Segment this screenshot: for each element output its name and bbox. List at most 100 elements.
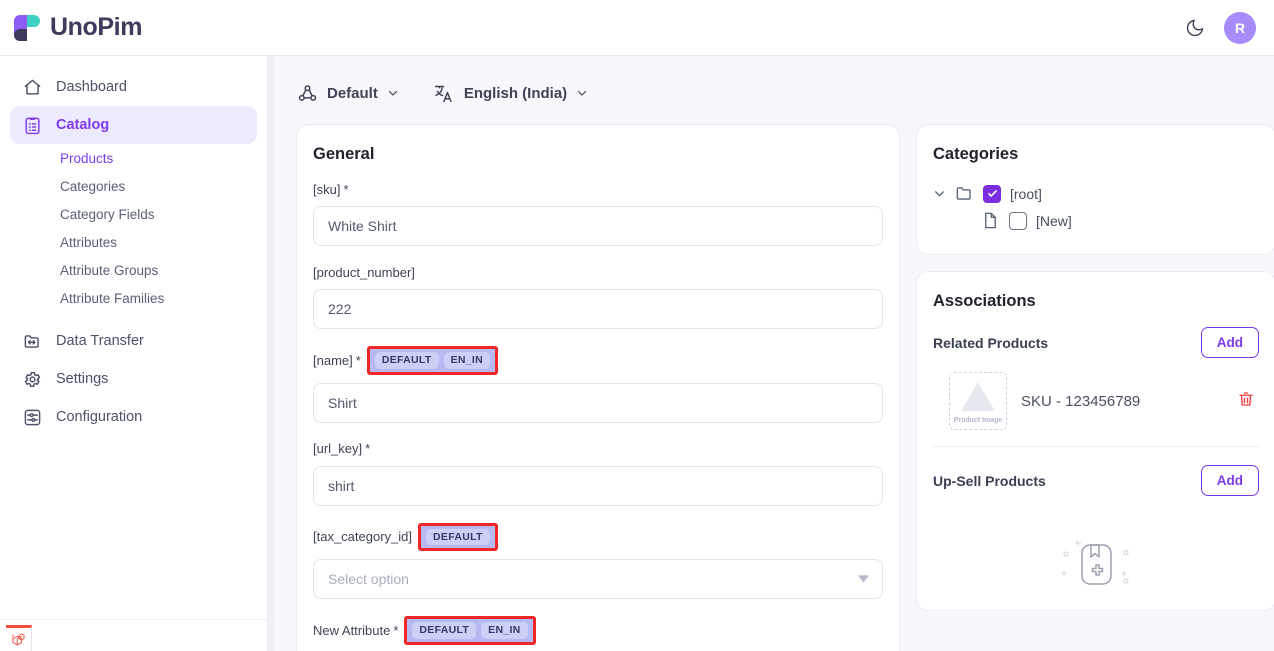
required-mark: *: [365, 441, 370, 456]
add-upsell-product-button[interactable]: Add: [1201, 465, 1259, 496]
field-label-text: [tax_category_id]: [313, 529, 412, 544]
name-input[interactable]: Shirt: [313, 383, 883, 423]
main-content: Default English (India): [268, 56, 1274, 651]
laravel-icon[interactable]: [6, 625, 32, 651]
sidebar-item-data-transfer[interactable]: Data Transfer: [10, 322, 257, 360]
content-columns: General [sku] * White Shirt: [296, 124, 1258, 651]
url-key-input[interactable]: shirt: [313, 466, 883, 506]
main-scrollbar[interactable]: [268, 56, 274, 651]
sidebar-item-configuration[interactable]: Configuration: [10, 398, 257, 436]
sidebar-item-label: Catalog: [56, 117, 109, 133]
tax-category-select[interactable]: Select option: [313, 559, 883, 599]
tree-node-label: [root]: [1010, 186, 1042, 202]
product-thumbnail-placeholder: Product Image: [949, 372, 1007, 430]
required-mark: *: [356, 353, 361, 368]
brand-name: UnoPim: [50, 15, 142, 40]
sidebar-item-dashboard[interactable]: Dashboard: [10, 68, 257, 106]
brand-logo[interactable]: UnoPim: [12, 13, 142, 43]
associations-title: Associations: [933, 292, 1259, 311]
folder-icon: [955, 184, 974, 203]
field-label-text: [name]: [313, 353, 353, 368]
chevron-down-icon: [576, 87, 588, 99]
field-sku: [sku] * White Shirt: [313, 180, 883, 246]
sidebar-subitem-attribute-groups[interactable]: Attribute Groups: [10, 256, 257, 284]
add-related-product-button[interactable]: Add: [1201, 327, 1259, 358]
field-label: [tax_category_id] DEFAULT: [313, 523, 883, 552]
scope-badges-highlight: DEFAULT: [418, 523, 498, 552]
field-label: New Attribute * DEFAULT EN_IN: [313, 616, 883, 645]
right-column: Categories [root]: [916, 124, 1274, 611]
locale-label: English (India): [464, 85, 567, 102]
upsell-products-header: Up-Sell Products Add: [933, 465, 1259, 496]
placeholder-shape-icon: [961, 382, 995, 411]
gear-icon: [22, 369, 42, 389]
field-label: [url_key] *: [313, 440, 883, 458]
header-actions: R: [1180, 12, 1256, 44]
badge-locale: EN_IN: [481, 622, 527, 639]
sidebar-subitem-label: Products: [60, 151, 113, 166]
general-column: General [sku] * White Shirt: [296, 124, 900, 651]
field-label-text: [product_number]: [313, 265, 415, 280]
unopim-logo-icon: [12, 13, 42, 43]
sidebar-item-label: Dashboard: [56, 79, 127, 95]
sidebar-item-catalog[interactable]: Catalog: [10, 106, 257, 144]
field-product-number: [product_number] 222: [313, 263, 883, 329]
page-title: General: [313, 145, 883, 164]
sidebar-item-settings[interactable]: Settings: [10, 360, 257, 398]
sidebar-subitem-label: Category Fields: [60, 207, 155, 222]
sku-input[interactable]: White Shirt: [313, 206, 883, 246]
scope-badges-highlight: DEFAULT EN_IN: [404, 616, 535, 645]
sidebar-item-label: Data Transfer: [56, 333, 144, 349]
sidebar-subitem-categories[interactable]: Categories: [10, 172, 257, 200]
scope-badges-highlight: DEFAULT EN_IN: [367, 346, 498, 375]
chevron-down-icon[interactable]: [933, 187, 946, 200]
main-inner: Default English (India): [268, 56, 1274, 651]
field-tax-category: [tax_category_id] DEFAULT Select option: [313, 523, 883, 600]
badge-channel: DEFAULT: [375, 352, 439, 369]
sidebar-subitem-attribute-families[interactable]: Attribute Families: [10, 284, 257, 312]
category-checkbox-root[interactable]: [983, 185, 1001, 203]
field-label: [sku] *: [313, 180, 883, 198]
sliders-icon: [22, 407, 42, 427]
channel-selector[interactable]: Default: [296, 82, 399, 104]
divider: [933, 446, 1259, 447]
field-label-text: [sku]: [313, 182, 340, 197]
sidebar-subitem-products[interactable]: Products: [10, 144, 257, 172]
debugbar-strip: [0, 619, 267, 651]
chevron-down-icon: [387, 87, 399, 99]
required-mark: *: [343, 182, 348, 197]
avatar[interactable]: R: [1224, 12, 1256, 44]
clipboard-list-icon: [22, 115, 42, 135]
related-products-label: Related Products: [933, 335, 1048, 351]
field-url-key: [url_key] * shirt: [313, 440, 883, 506]
related-products-header: Related Products Add: [933, 327, 1259, 358]
trash-icon[interactable]: [1237, 390, 1255, 413]
associations-card: Associations Related Products Add Produc…: [916, 271, 1274, 611]
field-label-text: [url_key]: [313, 441, 362, 456]
sidebar-subitem-category-fields[interactable]: Category Fields: [10, 200, 257, 228]
translate-icon: [433, 82, 455, 104]
product-number-input[interactable]: 222: [313, 289, 883, 329]
category-checkbox-new[interactable]: [1009, 212, 1027, 230]
tree-node-root[interactable]: [root]: [933, 180, 1259, 207]
sidebar-subitem-label: Attribute Families: [60, 291, 164, 306]
upsell-products-label: Up-Sell Products: [933, 473, 1046, 489]
categories-card: Categories [root]: [916, 124, 1274, 255]
categories-title: Categories: [933, 145, 1259, 164]
sidebar: Dashboard Catalog Products Categories: [0, 56, 268, 651]
app-root: UnoPim R Dashboard: [0, 0, 1274, 651]
field-new-attribute: New Attribute * DEFAULT EN_IN: [313, 616, 883, 651]
context-toolbar: Default English (India): [296, 82, 1258, 124]
tree-node-new[interactable]: [New]: [933, 207, 1259, 234]
badge-channel: DEFAULT: [426, 529, 490, 546]
home-icon: [22, 77, 42, 97]
moon-icon[interactable]: [1180, 13, 1210, 43]
badge-locale: EN_IN: [444, 352, 490, 369]
sidebar-subitem-attributes[interactable]: Attributes: [10, 228, 257, 256]
sidebar-subitem-label: Attribute Groups: [60, 263, 158, 278]
locale-selector[interactable]: English (India): [433, 82, 588, 104]
top-header: UnoPim R: [0, 0, 1274, 56]
thumbnail-caption: Product Image: [954, 417, 1003, 424]
add-product-box-icon: [1060, 534, 1132, 596]
sidebar-item-label: Settings: [56, 371, 108, 387]
